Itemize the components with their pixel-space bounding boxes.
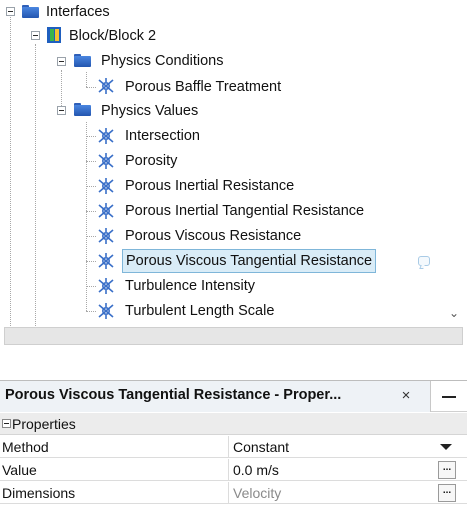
column-divider [228,436,229,458]
tree-node-label: Block/Block 2 [69,28,157,44]
tree-connector [86,87,96,88]
collapse-toggle-interfaces[interactable] [6,7,15,16]
tree-connector [86,136,96,137]
tree-node-label: Turbulence Intensity [125,278,256,294]
tree-connector [35,44,36,328]
tree-node-porous-inertial-tangential-resistance[interactable]: Porous Inertial Tangential Resistance [122,199,367,223]
property-name: Dimensions [2,485,76,501]
tree-node-label: Porous Baffle Treatment [125,79,282,95]
tree-node-physics-values[interactable]: Physics Values [98,99,201,123]
properties-section[interactable]: Properties [0,413,467,435]
tree-connector [10,12,11,328]
folder-icon [22,5,39,18]
object-tree: Interfaces Block/Block 2 Physics Conditi… [0,0,467,328]
tree-node-intersection[interactable]: Intersection [122,124,203,148]
tree-connector [86,161,96,162]
tree-connector [86,122,87,311]
dimensions-value: Velocity [233,485,282,501]
tree-node-label-selected: Porous Viscous Tangential Resistance [122,249,377,273]
tree-node-physics-conditions[interactable]: Physics Conditions [98,49,227,73]
properties-tab[interactable]: Porous Viscous Tangential Resistance - P… [0,381,431,412]
property-name: Value [2,462,37,478]
tree-node-interfaces[interactable]: Interfaces [43,0,113,24]
tree-node-porous-inertial-resistance[interactable]: Porous Inertial Resistance [122,174,297,198]
properties-title: Porous Viscous Tangential Resistance - P… [5,387,342,403]
scroll-down-chevron-icon[interactable]: ⌄ [447,306,461,320]
vertical-scrollbar[interactable] [440,0,467,328]
tree-connector [86,286,96,287]
tree-node-turbulent-length-scale[interactable]: Turbulent Length Scale [122,299,277,323]
property-row-method[interactable]: Method Constant [0,436,467,458]
tree-node-block[interactable]: Block/Block 2 [66,24,159,48]
dropdown-arrow-icon[interactable] [440,444,452,450]
physics-value-icon [98,78,114,94]
tree-node-label: Intersection [125,128,200,144]
tree-connector [86,211,96,212]
tree-node-porosity[interactable]: Porosity [122,149,180,173]
value-field[interactable]: 0.0 m/s [233,462,279,478]
folder-icon [74,54,91,67]
physics-value-icon [98,178,114,194]
close-icon[interactable]: × [398,386,414,406]
tree-node-label: Porous Inertial Resistance [125,178,295,194]
property-row-dimensions[interactable]: Dimensions Velocity ... [0,482,467,504]
section-label: Properties [12,416,76,432]
column-divider [228,482,229,504]
properties-header: Porous Viscous Tangential Resistance - P… [0,380,467,412]
physics-value-icon [98,153,114,169]
physics-value-icon [98,203,114,219]
tree-node-porous-viscous-tangential-resistance[interactable]: Porous Viscous Tangential Resistance [122,249,377,273]
tree-node-porous-viscous-resistance[interactable]: Porous Viscous Resistance [122,224,304,248]
collapse-toggle-properties[interactable] [2,419,11,428]
properties-panel: Porous Viscous Tangential Resistance - P… [0,380,467,522]
minimize-icon[interactable] [442,396,456,398]
physics-value-icon [98,278,114,294]
folder-icon [74,103,91,116]
property-name: Method [2,439,49,455]
physics-value-icon [98,253,114,269]
tree-node-label: Porosity [125,153,178,169]
tree-connector [61,70,62,110]
comment-icon[interactable] [418,256,430,266]
physics-value-icon [98,128,114,144]
tree-node-label: Porous Viscous Resistance [125,228,302,244]
tree-node-porous-baffle-treatment[interactable]: Porous Baffle Treatment [122,75,284,99]
physics-value-icon [98,228,114,244]
property-row-value[interactable]: Value 0.0 m/s ... [0,459,467,481]
tree-connector [86,311,96,312]
collapse-toggle-physics-conditions[interactable] [57,57,66,66]
collapse-toggle-block[interactable] [31,31,40,40]
tree-connector [86,72,87,87]
tree-node-label: Physics Values [101,103,199,119]
horizontal-scrollbar[interactable] [4,327,463,345]
method-select-value[interactable]: Constant [233,439,289,455]
tree-connector [86,236,96,237]
tree-connector [86,261,96,262]
collapse-toggle-physics-values[interactable] [57,106,66,115]
value-edit-button[interactable]: ... [438,461,456,479]
block-icon [47,27,61,43]
tree-node-turbulence-intensity[interactable]: Turbulence Intensity [122,274,258,298]
tree-node-label: Interfaces [46,4,110,20]
tree-connector [86,186,96,187]
tree-node-label: Porous Inertial Tangential Resistance [125,203,365,219]
tree-node-label: Turbulent Length Scale [125,303,275,319]
tree-node-label: Physics Conditions [101,53,224,69]
dimensions-edit-button[interactable]: ... [438,484,456,502]
physics-value-icon [98,303,114,319]
column-divider [228,459,229,481]
